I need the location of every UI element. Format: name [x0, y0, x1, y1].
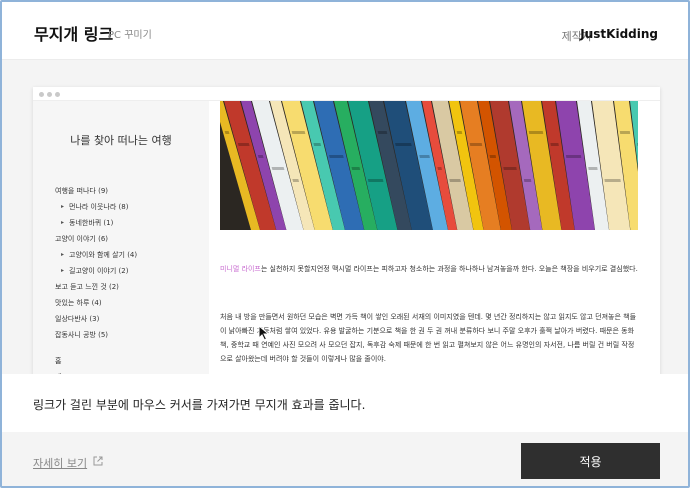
bookshelf-banner-image [220, 101, 638, 230]
dialog-bottom: 링크가 걸린 부분에 마우스 커서를 가져가면 무지개 효과를 줍니다. 자세히… [2, 374, 688, 486]
book-spine-band [437, 167, 442, 170]
book-spine-band [550, 143, 559, 146]
post-paragraph-2: 처음 내 방을 만들면서 원하던 모습은 벽면 가득 책이 쌓인 오래된 서재의… [220, 313, 637, 363]
paragraph-1-text: 는 실천하지 못할지언정 맥시멀 라이프는 피하고자 청소하는 과정을 하나하나… [260, 265, 638, 273]
blog-sidebar: 나를 찾아 떠나는 여행 여행을 떠나다 (9)먼나라 이웃나라 (8)동네한바… [33, 101, 209, 374]
book-spine-band [329, 155, 344, 158]
blog-title: 나를 찾아 떠나는 여행 [70, 134, 172, 147]
book-spine-band [313, 143, 322, 146]
post-paragraph-1: 미니멀 라이프는 실천하지 못할지언정 맥시멀 라이프는 피하고자 청소하는 과… [220, 262, 638, 276]
author-name: JustKidding [580, 27, 658, 41]
preview-window-bar [33, 87, 660, 101]
book-spine-band [523, 179, 532, 182]
book-spine-band [292, 179, 300, 182]
more-info-link[interactable]: 자세히 보기 [33, 455, 87, 471]
sidebar-nav-item[interactable]: 홈 [55, 355, 137, 371]
book-spine-band [489, 155, 497, 158]
book-spine-band [588, 167, 598, 170]
window-dot-icon [55, 92, 60, 97]
book-spine-band [604, 179, 621, 182]
book-spine-band [395, 143, 412, 146]
book-spine-band [449, 179, 461, 182]
blog-preview-window: 나를 찾아 떠나는 여행 여행을 떠나다 (9)먼나라 이웃나라 (8)동네한바… [33, 87, 660, 374]
sidebar-subcategory-item[interactable]: 먼나라 이웃나라 (8) [55, 201, 137, 217]
dialog-header: 무지개 링크 PC 꾸미기 제작자 JustKidding [2, 2, 688, 60]
sidebar-subcategory-item[interactable]: 동네한바퀴 (1) [55, 217, 137, 233]
dialog-footer: 자세히 보기 적용 [2, 432, 688, 486]
theme-description: 링크가 걸린 부분에 마우스 커서를 가져가면 무지개 효과를 줍니다. [33, 398, 366, 412]
book-spine-band [237, 143, 250, 146]
book-spine-band [456, 131, 463, 134]
book-spine-band [565, 155, 582, 158]
external-link-icon[interactable] [93, 456, 103, 466]
book-spine-band [419, 155, 430, 158]
window-dot-icon [47, 92, 52, 97]
book-spine-band [367, 179, 384, 182]
rainbow-link[interactable]: 미니멀 라이프 [220, 265, 261, 273]
book-spine-band [271, 167, 285, 170]
sidebar-category-item[interactable]: 여행을 떠나다 (9) [55, 185, 137, 201]
category-list: 여행을 떠나다 (9)먼나라 이웃나라 (8)동네한바퀴 (1)고양이 이야기 … [55, 185, 137, 374]
sidebar-category-item[interactable]: 보고 듣고 느낀 것 (2) [55, 281, 137, 297]
sidebar-category-item[interactable]: 맛있는 하루 (4) [55, 297, 137, 313]
sidebar-subcategory-item[interactable]: 길고양이 이야기 (2) [55, 265, 137, 281]
book-spine-band [528, 131, 544, 134]
preview-stage: 나를 찾아 떠나는 여행 여행을 떠나다 (9)먼나라 이웃나라 (8)동네한바… [2, 60, 688, 374]
book-spine-band [257, 155, 264, 158]
theme-dialog: 무지개 링크 PC 꾸미기 제작자 JustKidding 나를 찾아 떠나는 … [0, 0, 690, 488]
sidebar-category-item[interactable]: 일상다반사 (3) [55, 313, 137, 329]
theme-title: 무지개 링크 [34, 25, 114, 44]
book-spine-band [619, 131, 631, 134]
sidebar-subcategory-item[interactable]: 고양이와 함께 살기 (4) [55, 249, 137, 265]
mouse-pointer-icon [258, 325, 270, 341]
book-spine-band [469, 143, 483, 146]
apply-button[interactable]: 적용 [521, 443, 660, 479]
book-spine-band [503, 167, 517, 170]
blog-post: 미니멀 라이프는 실천하지 못할지언정 맥시멀 라이프는 피하고자 청소하는 과… [220, 101, 638, 374]
book-spine-band [291, 131, 306, 134]
sidebar-category-item[interactable]: 고양이 이야기 (6) [55, 233, 137, 249]
window-dot-icon [39, 92, 44, 97]
theme-category: PC 꾸미기 [108, 30, 152, 41]
book-spine-band [377, 131, 388, 134]
sidebar-category-item[interactable]: 잡동사니 공방 (5) [55, 329, 137, 345]
book-spine-band [351, 167, 361, 170]
